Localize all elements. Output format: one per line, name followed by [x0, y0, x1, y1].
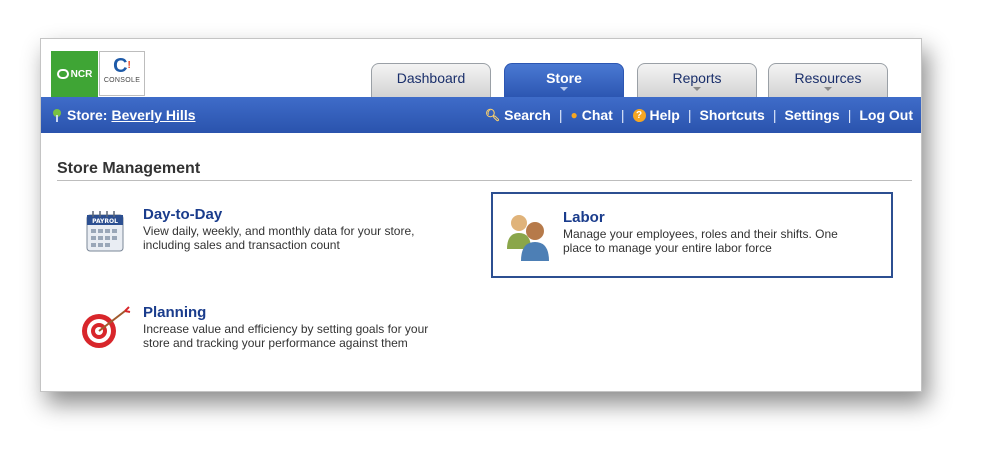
chevron-down-icon: [693, 87, 701, 91]
search-link[interactable]: Search: [504, 107, 551, 123]
target-icon[interactable]: [81, 305, 131, 351]
section-divider: [57, 180, 912, 181]
card-description-line: View daily, weekly, and monthly data for…: [143, 224, 415, 238]
chevron-down-icon: [560, 87, 568, 91]
card-title[interactable]: Day-to-Day: [143, 206, 453, 223]
card-description-line: Manage your employees, roles and their s…: [563, 227, 838, 241]
chat-icon[interactable]: ●: [570, 108, 577, 122]
day-to-day-card[interactable]: Day-to-Day View daily, weekly, and month…: [143, 206, 453, 252]
people-icon[interactable]: [503, 209, 553, 263]
store-label: Store:: [67, 107, 108, 123]
planning-card[interactable]: Planning Increase value and efficiency b…: [143, 304, 473, 350]
card-description-line: Increase value and efficiency by setting…: [143, 322, 429, 336]
tab-label: Resources: [794, 70, 862, 86]
card-description: Increase value and efficiency by setting…: [143, 322, 473, 350]
card-description: View daily, weekly, and monthly data for…: [143, 224, 453, 252]
shortcuts-link[interactable]: Shortcuts: [699, 107, 764, 123]
card-title[interactable]: Planning: [143, 304, 473, 321]
ncr-ring-icon: [56, 69, 69, 79]
separator: |: [847, 107, 852, 123]
help-link[interactable]: Help: [650, 107, 680, 123]
separator: |: [558, 107, 563, 123]
chevron-down-icon: [824, 87, 832, 91]
separator: |: [687, 107, 692, 123]
card-title[interactable]: Labor: [563, 209, 893, 226]
calendar-icon[interactable]: PAYROL: [84, 209, 126, 253]
ncr-logo-text: NCR: [70, 68, 93, 80]
separator: |: [620, 107, 625, 123]
app-window: NCR C! CONSOLE Dashboard Store Reports R…: [40, 38, 922, 392]
utility-links: 🔍︎ Search | ● Chat | ? Help | Shortcuts …: [485, 107, 913, 123]
tab-label: Dashboard: [396, 70, 466, 86]
ncr-logo[interactable]: NCR: [51, 51, 98, 97]
tab-label: Store: [546, 70, 582, 86]
logout-link[interactable]: Log Out: [859, 107, 913, 123]
tab-reports[interactable]: Reports: [637, 63, 757, 97]
separator: |: [772, 107, 777, 123]
tab-store[interactable]: Store: [504, 63, 624, 97]
labor-card[interactable]: Labor Manage your employees, roles and t…: [563, 209, 893, 255]
settings-link[interactable]: Settings: [784, 107, 839, 123]
card-description: Manage your employees, roles and their s…: [563, 227, 893, 255]
card-description-line: including sales and transaction count: [143, 238, 340, 252]
store-selector: Store: Beverly Hills: [53, 107, 196, 123]
console-logo[interactable]: C! CONSOLE: [99, 51, 145, 96]
console-mark-icon: C!: [113, 55, 131, 77]
search-icon[interactable]: 🔍︎: [485, 108, 500, 122]
header: NCR C! CONSOLE Dashboard Store Reports R…: [41, 39, 921, 97]
tab-label: Reports: [672, 70, 722, 86]
chat-link[interactable]: Chat: [582, 107, 613, 123]
console-logo-text: CONSOLE: [103, 77, 141, 84]
calendar-label: PAYROL: [92, 218, 118, 225]
store-name-link[interactable]: Beverly Hills: [111, 107, 195, 123]
store-pin-icon: [53, 109, 61, 122]
tab-dashboard[interactable]: Dashboard: [371, 63, 491, 97]
tab-resources[interactable]: Resources: [768, 63, 888, 97]
section-title: Store Management: [57, 160, 201, 177]
card-description-line: store and tracking your performance agai…: [143, 336, 408, 350]
store-nav-bar: Store: Beverly Hills 🔍︎ Search | ● Chat …: [41, 97, 921, 133]
help-icon[interactable]: ?: [632, 108, 646, 122]
card-description-line: place to manage your entire labor force: [563, 241, 772, 255]
